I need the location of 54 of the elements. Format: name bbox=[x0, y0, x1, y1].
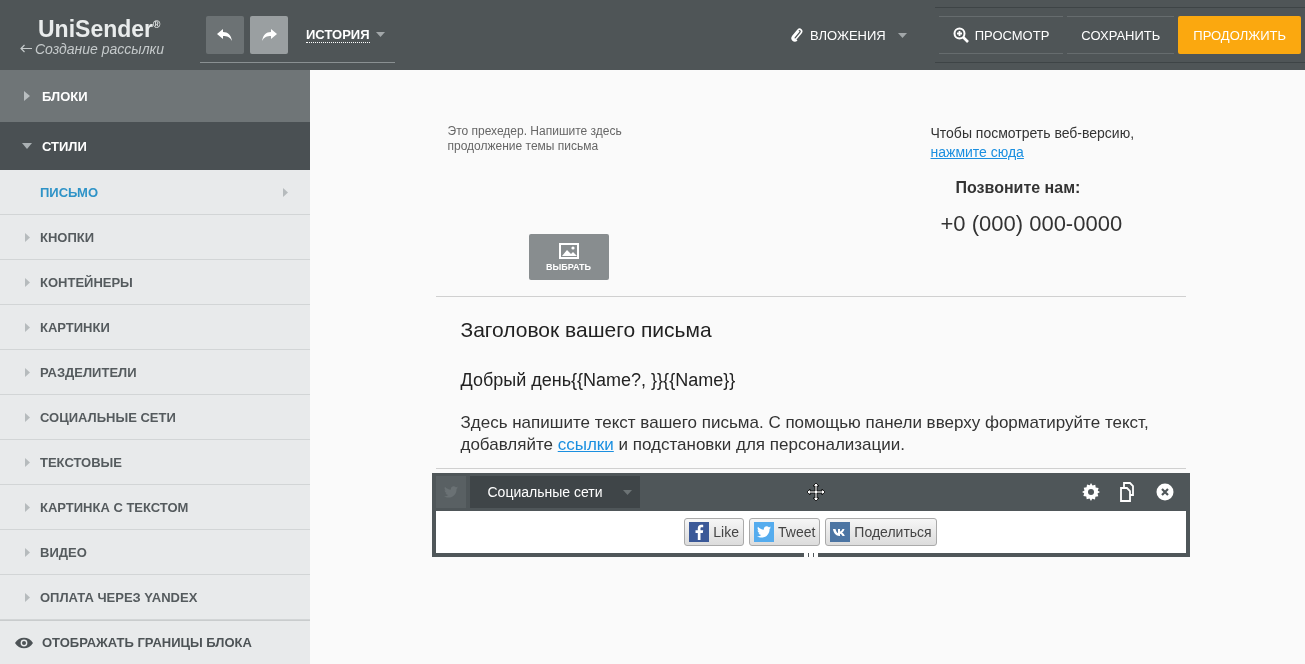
caret-right-icon bbox=[25, 277, 30, 287]
zoom-in-icon bbox=[952, 27, 969, 43]
greeting-text: Добрый день{{Name?, }}{{Name}} bbox=[460, 370, 737, 391]
sidebar-section[interactable]: БЛОКИ bbox=[0, 70, 310, 122]
caret-right-icon bbox=[25, 322, 30, 332]
caret-down-icon bbox=[897, 32, 907, 38]
network-icon bbox=[754, 522, 774, 542]
eye-icon bbox=[14, 636, 34, 649]
caret-right-icon bbox=[25, 232, 30, 242]
caret-right-icon bbox=[25, 502, 30, 512]
caret-right-icon bbox=[24, 91, 30, 101]
caret-right-icon bbox=[25, 412, 30, 422]
move-icon[interactable] bbox=[806, 483, 825, 501]
resize-handle[interactable] bbox=[803, 553, 818, 557]
share-button[interactable]: Tweet bbox=[749, 518, 821, 546]
preheader-text: Это прехедер. Напишите здесь продолжение темы письма bbox=[447, 124, 623, 154]
caret-right-icon bbox=[283, 187, 288, 197]
close-icon[interactable] bbox=[1155, 483, 1174, 501]
preview-button[interactable]: ПРОСМОТР bbox=[938, 16, 1064, 54]
caret-down-icon bbox=[622, 489, 632, 495]
phone-number: +0 (000) 000-0000 bbox=[940, 211, 1124, 237]
links-link[interactable]: ссылки bbox=[557, 435, 614, 454]
redo-button[interactable] bbox=[250, 15, 288, 54]
block-type-icon bbox=[435, 476, 466, 508]
undo-arrow-icon bbox=[217, 28, 233, 41]
attachments-dropdown[interactable]: ВЛОЖЕНИЯ bbox=[776, 16, 921, 54]
save-button[interactable]: СОХРАНИТЬ bbox=[1067, 16, 1175, 54]
choose-image-button[interactable]: ВЫБРАТЬ bbox=[528, 234, 609, 280]
back-link[interactable]: Создание рассылки bbox=[20, 40, 200, 57]
block-type-dropdown[interactable]: Социальные сети bbox=[469, 476, 640, 508]
email-heading: Заголовок вашего письма bbox=[460, 318, 713, 342]
back-arrow-icon bbox=[20, 44, 32, 54]
caret-right-icon bbox=[25, 547, 30, 557]
caret-down-icon bbox=[375, 32, 385, 37]
logo: UniSender$^{®}$ bbox=[38, 14, 161, 41]
caret-right-icon bbox=[25, 592, 30, 602]
share-button[interactable]: Like bbox=[684, 518, 744, 546]
caret-down-icon bbox=[22, 143, 32, 149]
web-version-link[interactable]: нажмите сюда bbox=[930, 144, 1024, 160]
call-label: Позвоните нам: bbox=[955, 179, 1082, 197]
body-paragraph: Здесь напишите текст вашего письма. С помощью панели вверху форматируйте текст, добавляйте ссылки и подстановки для персонализации. bbox=[460, 412, 1150, 456]
network-icon bbox=[689, 522, 710, 542]
redo-arrow-icon bbox=[261, 28, 277, 41]
image-icon bbox=[558, 242, 579, 259]
history-dropdown[interactable]: ИСТОРИЯ bbox=[294, 26, 389, 43]
share-button[interactable]: Поделиться bbox=[825, 518, 937, 546]
sidebar-section[interactable]: СТИЛИ bbox=[0, 122, 310, 170]
undo-button[interactable] bbox=[206, 15, 244, 54]
paperclip-icon bbox=[790, 27, 804, 43]
settings-icon[interactable] bbox=[1081, 483, 1100, 501]
network-icon bbox=[830, 522, 851, 542]
caret-right-icon bbox=[25, 457, 30, 467]
web-version-text: Чтобы посмотреть веб-версию, нажмите сюда bbox=[930, 124, 1136, 162]
caret-right-icon bbox=[25, 367, 30, 377]
